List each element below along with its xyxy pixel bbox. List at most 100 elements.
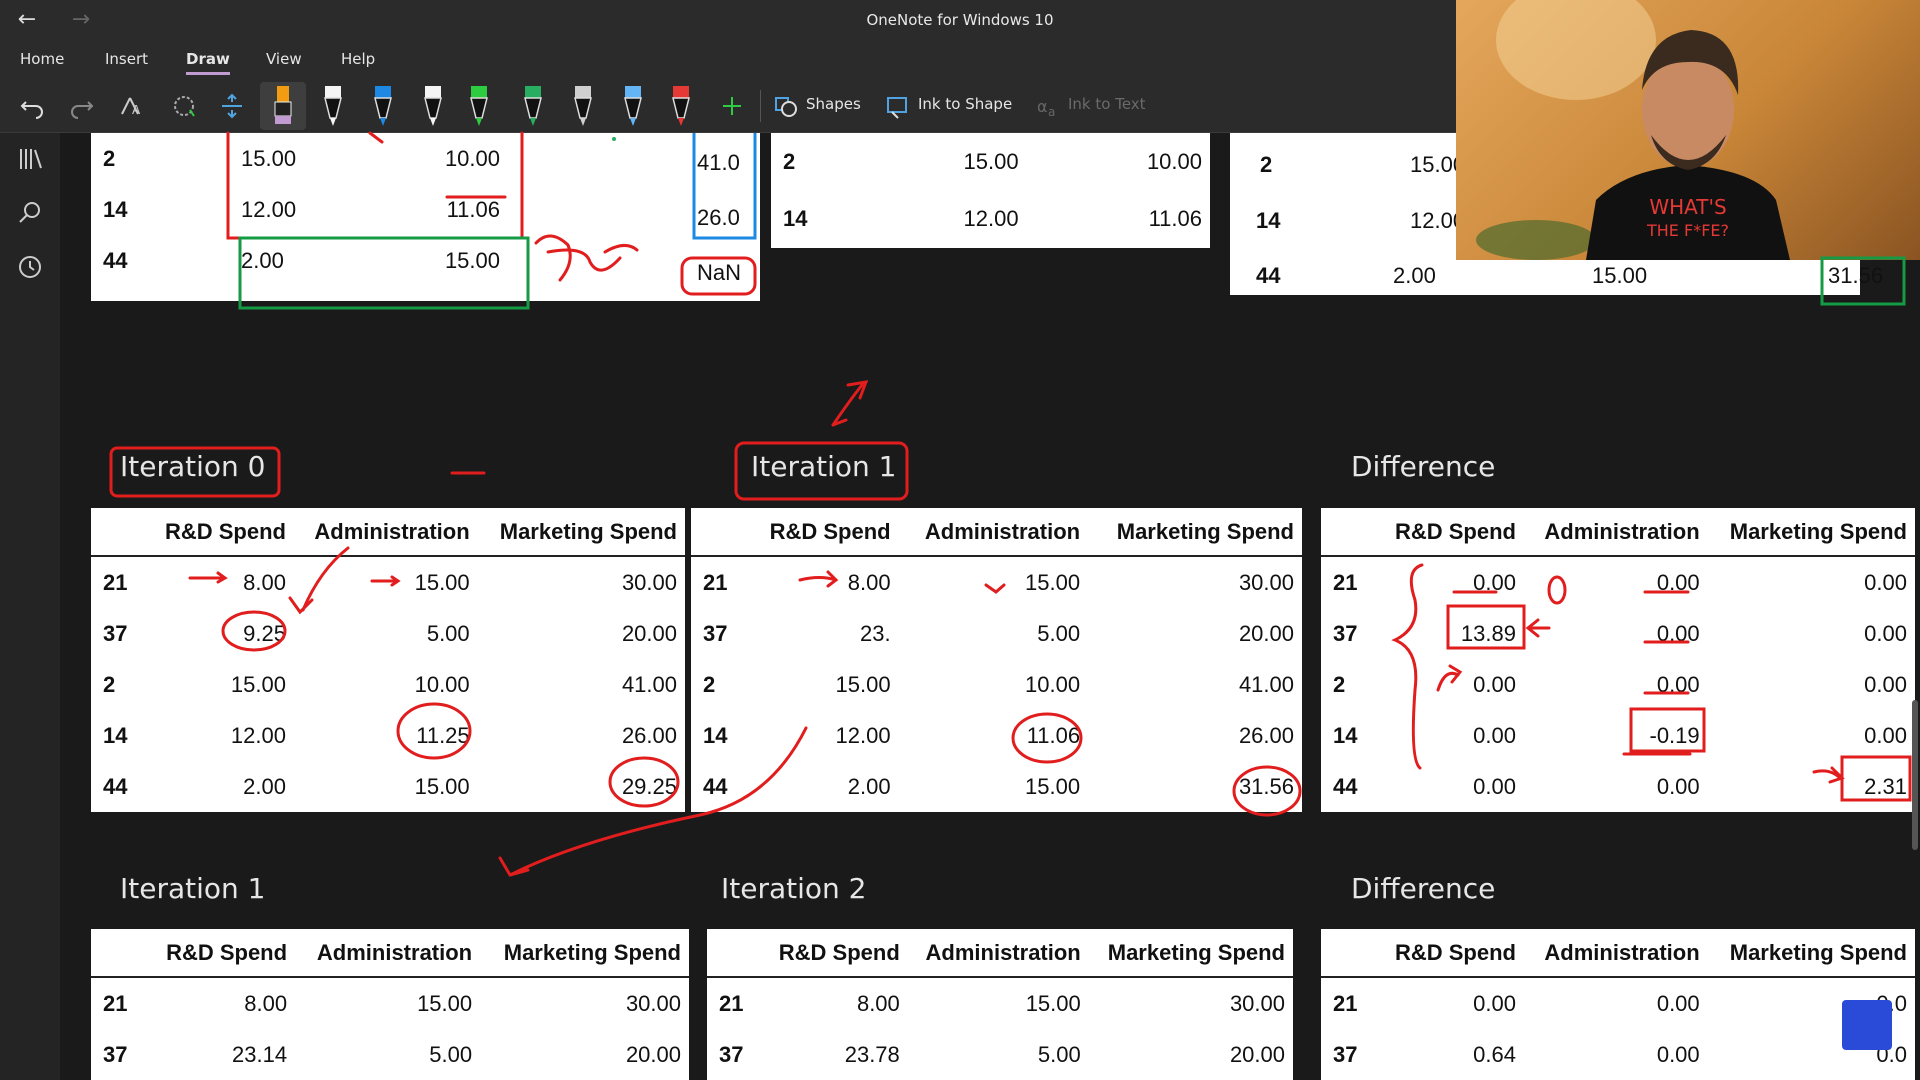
- cell-value: 13.89: [1460, 620, 1516, 646]
- pen-8-icon[interactable]: [668, 84, 694, 128]
- cell-value: 41.0: [697, 150, 740, 175]
- highlighter-pen-selected[interactable]: [260, 82, 306, 130]
- row-index: 37: [1333, 1041, 1358, 1067]
- presenter-video: WHAT'S THE F*FE?: [1476, 0, 1790, 260]
- column-header: [91, 929, 147, 977]
- shape-select-icon[interactable]: [170, 92, 198, 120]
- lasso-select-icon[interactable]: A: [118, 92, 146, 120]
- ink-to-shape-button[interactable]: Ink to Shape: [918, 95, 1012, 113]
- shirt-text-line2: THE F*FE?: [1646, 221, 1729, 240]
- pen-1-icon[interactable]: [320, 84, 346, 128]
- row-index: 21: [719, 990, 744, 1016]
- cell-value: 11.06: [1026, 722, 1081, 748]
- table-row: 21 8.00 15.00 30.00: [91, 556, 685, 608]
- table-row: 14 12.00 11.25 26.00: [91, 710, 685, 761]
- column-header: Administration: [1544, 518, 1700, 544]
- cell-value: 2.00: [1393, 263, 1436, 288]
- ink-to-text-button: Ink to Text: [1068, 95, 1146, 113]
- cell-value: 12.00: [230, 722, 286, 748]
- dataframe-table: R&D Spend Administration Marketing Spend 21…: [91, 508, 685, 812]
- cell-value: 0.00: [1864, 569, 1907, 595]
- vertical-scrollbar[interactable]: [1912, 700, 1918, 850]
- pen-2-icon[interactable]: [370, 84, 396, 128]
- table-row: 37 9.25 5.00 20.00: [91, 608, 685, 659]
- table-row: 2 0.00 0.00 0.00: [1321, 659, 1915, 710]
- tab-draw[interactable]: Draw: [186, 50, 230, 75]
- cell-value: 30.00: [1238, 569, 1294, 595]
- column-header: [1321, 508, 1377, 556]
- table-row: 37 23. 5.00 20.00: [691, 608, 1302, 659]
- column-header: R&D Spend: [166, 939, 288, 965]
- cell-value: 0.64: [1473, 1041, 1516, 1067]
- tab-help[interactable]: Help: [341, 50, 375, 68]
- add-pen-icon[interactable]: [718, 92, 746, 120]
- cell-value: 12.00: [835, 722, 891, 748]
- redo-icon[interactable]: [68, 92, 96, 120]
- cell-value: 26.00: [621, 722, 677, 748]
- table-row: 210.000.000.0: [1321, 977, 1915, 1029]
- tab-home[interactable]: Home: [20, 50, 64, 68]
- pen-3-icon[interactable]: [420, 84, 446, 128]
- search-icon[interactable]: [16, 199, 44, 227]
- cell-value: 5.00: [429, 1041, 473, 1067]
- column-header: [707, 929, 763, 977]
- cell-value: 20.00: [625, 1041, 681, 1067]
- table-row: 2 15.00 10.00: [783, 148, 1202, 174]
- cell-value: 30.00: [621, 569, 677, 595]
- cell-value: 0.00: [1473, 569, 1516, 595]
- undo-icon[interactable]: [18, 92, 46, 120]
- column-header: [91, 508, 147, 556]
- cell-value: 20.00: [1229, 1041, 1285, 1067]
- cell-value: 0.00: [1473, 990, 1516, 1016]
- teams-floating-icon[interactable]: [1842, 1000, 1892, 1050]
- shapes-icon[interactable]: [772, 92, 800, 120]
- cell-value: 0.00: [1473, 722, 1516, 748]
- cell-value: 0.00: [1864, 620, 1907, 646]
- row-index: 2: [1260, 152, 1273, 177]
- dataframe-table: R&D Spend Administration Marketing Spend 21…: [91, 929, 689, 1080]
- cell-value: 0.00: [1473, 671, 1516, 697]
- row-index: 21: [103, 990, 128, 1016]
- table-row: 21 8.00 15.00 30.00: [707, 977, 1293, 1029]
- column-header: Marketing Spend: [1107, 939, 1285, 965]
- cell-value: 23.14: [232, 1041, 288, 1067]
- cell-value: 41.00: [1238, 671, 1294, 697]
- column-header: Marketing Spend: [1729, 939, 1907, 965]
- cell-value: 15.00: [414, 569, 470, 595]
- tab-insert[interactable]: Insert: [105, 50, 148, 68]
- block-label: Difference: [1351, 872, 1496, 905]
- notebooks-icon[interactable]: [16, 145, 44, 173]
- table-row: 2 15.00 10.00 41.00: [691, 659, 1302, 710]
- pen-7-icon[interactable]: [620, 84, 646, 128]
- pen-6-icon[interactable]: [570, 84, 596, 128]
- column-header: Administration: [924, 518, 1081, 544]
- pen-5-icon[interactable]: [520, 84, 546, 128]
- cell-value: NaN: [697, 260, 742, 285]
- left-sidebar: [0, 133, 60, 1080]
- row-index: 2: [103, 671, 116, 697]
- tab-view[interactable]: View: [266, 50, 302, 68]
- column-header: R&D Spend: [769, 518, 891, 544]
- cell-value: 5.00: [1037, 1041, 1081, 1067]
- shapes-button[interactable]: Shapes: [806, 95, 861, 113]
- table-row: 21 8.00 15.00 30.00: [691, 556, 1302, 608]
- row-index: 21: [1333, 569, 1358, 595]
- row-index: 37: [1333, 620, 1358, 646]
- svg-text:a: a: [1048, 105, 1055, 119]
- cell-value: 30.00: [1229, 990, 1285, 1016]
- ink-to-shape-icon[interactable]: [884, 92, 912, 120]
- block-label: Iteration 1: [120, 872, 266, 905]
- column-header: [691, 508, 747, 556]
- add-space-icon[interactable]: [218, 92, 246, 120]
- cell-value: 15.00: [1025, 990, 1081, 1016]
- cell-value: 15.00: [230, 671, 286, 697]
- table-row: 2 15.00 10.00: [103, 145, 500, 171]
- pen-4-icon[interactable]: [466, 84, 492, 128]
- cell-value: 0.00: [1656, 569, 1700, 595]
- table-row: 37 13.89 0.00 0.00: [1321, 608, 1915, 659]
- cell-value: 2.00: [243, 773, 286, 799]
- row-index: 14: [1333, 722, 1358, 748]
- cell-value: 15.00: [1592, 263, 1648, 288]
- recent-notes-icon[interactable]: [16, 253, 44, 281]
- cell-value: 0.00: [1656, 671, 1700, 697]
